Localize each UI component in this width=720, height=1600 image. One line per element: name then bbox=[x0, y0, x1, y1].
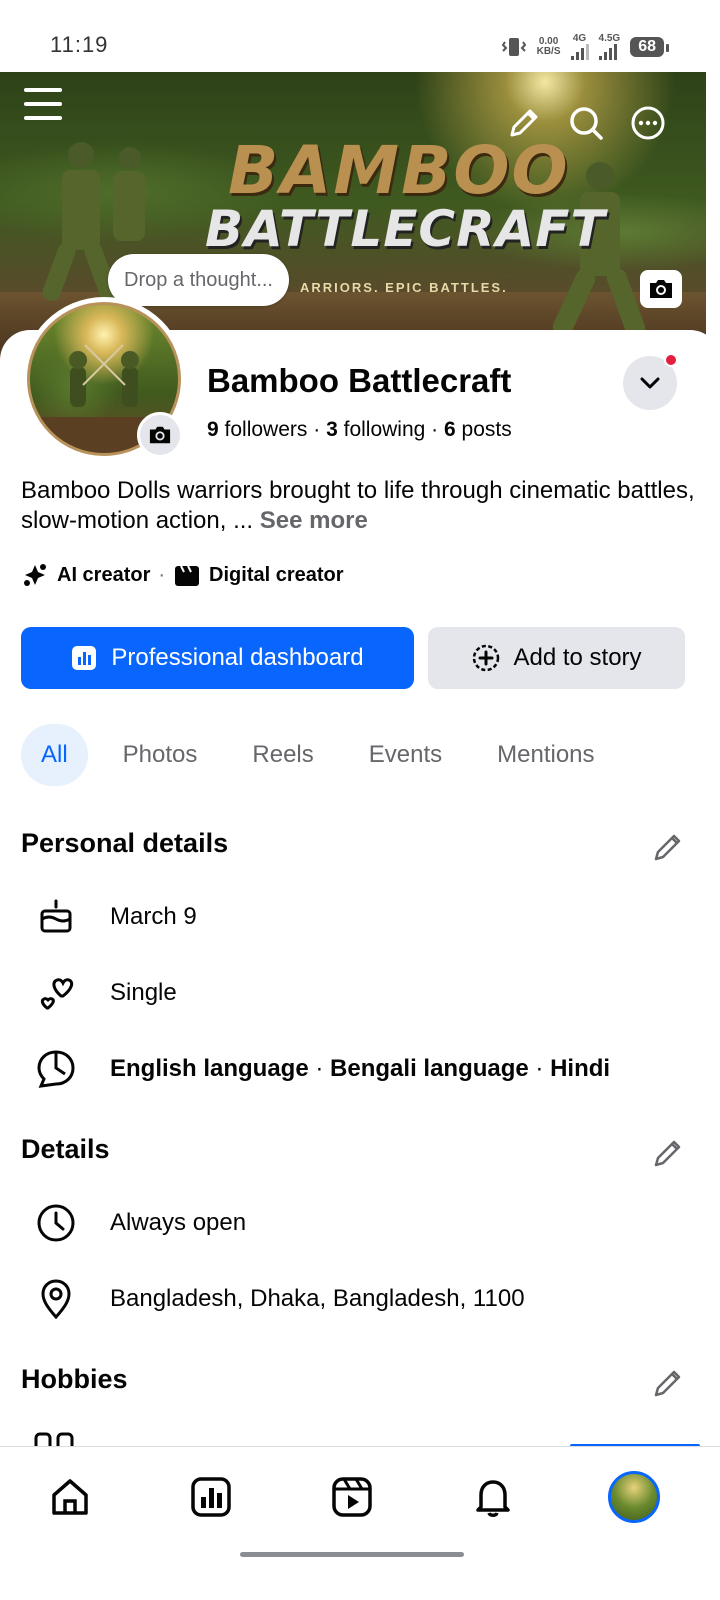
details-title: Details bbox=[21, 1134, 110, 1164]
hours-row: Always open bbox=[30, 1195, 246, 1251]
network-45g: 4.5G bbox=[598, 34, 620, 60]
birthday-text: March 9 bbox=[110, 903, 197, 930]
professional-dashboard-button[interactable]: Professional dashboard bbox=[21, 627, 414, 689]
profile-stats: 9 followers · 3 following · 6 posts bbox=[207, 418, 512, 442]
notification-dot bbox=[664, 353, 678, 367]
relationship-row: Single bbox=[30, 965, 177, 1021]
stats-dot: · bbox=[431, 418, 444, 441]
relationship-text: Single bbox=[110, 979, 177, 1006]
add-to-story-label: Add to story bbox=[513, 644, 642, 671]
status-indicators: 0.00 KB/S 4G 4.5G 68 bbox=[501, 34, 669, 60]
language-bubble-icon bbox=[37, 1050, 75, 1088]
reels-icon bbox=[332, 1477, 372, 1517]
more-options-icon[interactable] bbox=[628, 103, 668, 143]
nav-notifications[interactable] bbox=[463, 1467, 523, 1527]
nav-home[interactable] bbox=[40, 1467, 100, 1527]
nav-reels[interactable] bbox=[322, 1467, 382, 1527]
edit-avatar-camera-icon[interactable] bbox=[137, 412, 183, 458]
nav-profile[interactable] bbox=[604, 1467, 664, 1527]
hours-text: Always open bbox=[110, 1209, 247, 1236]
cover-title-line2: BATTLECRAFT bbox=[205, 200, 606, 258]
bell-icon bbox=[476, 1480, 510, 1517]
menu-icon[interactable] bbox=[24, 88, 62, 122]
language-separator: · bbox=[315, 1055, 331, 1082]
category-ai-creator: AI creator bbox=[57, 563, 151, 586]
languages-text: English language · Bengali language · Hi… bbox=[110, 1055, 610, 1083]
languages-row: English language · Bengali language · Hi… bbox=[30, 1041, 610, 1097]
home-icon bbox=[52, 1479, 88, 1515]
add-to-story-button[interactable]: Add to story bbox=[428, 627, 685, 689]
language-english: English language bbox=[110, 1055, 309, 1082]
language-hindi: Hindi bbox=[550, 1055, 611, 1082]
dashboard-icon bbox=[72, 646, 97, 670]
followers-count[interactable]: 9 bbox=[207, 418, 219, 441]
status-bar: 11:19 0.00 KB/S 4G 4.5G 68 bbox=[0, 0, 720, 72]
network-speed: 0.00 KB/S bbox=[536, 36, 561, 57]
profile-bio: Bamboo Dolls warriors brought to life th… bbox=[21, 476, 701, 536]
birthday-row: March 9 bbox=[30, 889, 197, 945]
birthday-cake-icon bbox=[40, 899, 72, 933]
hobby-icon bbox=[34, 1432, 74, 1446]
personal-details-title: Personal details bbox=[21, 828, 229, 858]
search-icon[interactable] bbox=[566, 103, 606, 143]
tab-reels[interactable]: Reels bbox=[232, 724, 333, 786]
hobbies-list-peek bbox=[30, 1428, 706, 1446]
followers-label[interactable]: followers bbox=[225, 418, 308, 441]
hearts-icon bbox=[40, 978, 74, 1010]
tab-photos[interactable]: Photos bbox=[103, 724, 218, 786]
clock-icon bbox=[37, 1204, 75, 1242]
add-story-icon bbox=[473, 644, 500, 672]
vibrate-icon bbox=[501, 38, 526, 56]
posts-count: 6 bbox=[444, 418, 456, 441]
following-count[interactable]: 3 bbox=[326, 418, 338, 441]
network-4g: 4G bbox=[570, 34, 589, 60]
bottom-navigation bbox=[0, 1446, 720, 1600]
nav-dashboard[interactable] bbox=[181, 1467, 241, 1527]
language-separator: · bbox=[535, 1055, 551, 1082]
language-bengali: Bengali language bbox=[330, 1055, 529, 1082]
location-text: Bangladesh, Dhaka, Bangladesh, 1100 bbox=[110, 1285, 525, 1312]
stats-dot: · bbox=[313, 418, 327, 441]
professional-dashboard-label: Professional dashboard bbox=[111, 644, 364, 671]
ai-sparkle-icon bbox=[24, 564, 46, 586]
edit-hobbies-icon[interactable] bbox=[650, 1365, 686, 1401]
edit-pencil-icon[interactable] bbox=[504, 103, 544, 143]
category-separator: · bbox=[158, 563, 166, 586]
home-indicator[interactable] bbox=[240, 1552, 464, 1557]
tab-events[interactable]: Events bbox=[349, 724, 462, 786]
edit-cover-camera-icon[interactable] bbox=[640, 270, 682, 308]
location-row: Bangladesh, Dhaka, Bangladesh, 1100 bbox=[30, 1271, 525, 1327]
tab-all[interactable]: All bbox=[21, 724, 88, 786]
see-more-link[interactable]: See more bbox=[260, 507, 368, 534]
profile-tabs: All Photos Reels Events Mentions bbox=[21, 724, 630, 786]
location-pin-icon bbox=[41, 1279, 71, 1320]
battery-indicator: 68 bbox=[630, 37, 669, 57]
edit-personal-details-icon[interactable] bbox=[650, 829, 686, 865]
drop-thought-bubble[interactable]: Drop a thought... bbox=[108, 254, 289, 306]
posts-label: posts bbox=[461, 418, 512, 441]
cover-title-line1: BAMBOO bbox=[228, 132, 570, 209]
profile-avatar-thumbnail bbox=[608, 1471, 660, 1523]
cover-tagline: ARRIORS. EPIC BATTLES. bbox=[300, 280, 508, 295]
profile-name: Bamboo Battlecraft bbox=[207, 362, 512, 399]
category-digital-creator: Digital creator bbox=[209, 563, 344, 586]
status-time: 11:19 bbox=[50, 32, 109, 57]
clapperboard-icon bbox=[175, 565, 200, 586]
hobbies-title: Hobbies bbox=[21, 1364, 128, 1394]
chevron-down-icon bbox=[640, 377, 660, 389]
tab-mentions[interactable]: Mentions bbox=[477, 724, 614, 786]
dashboard-icon bbox=[191, 1477, 231, 1517]
profile-categories: AI creator · Digital creator bbox=[21, 561, 344, 589]
edit-details-icon[interactable] bbox=[650, 1135, 686, 1171]
following-label[interactable]: following bbox=[344, 418, 426, 441]
